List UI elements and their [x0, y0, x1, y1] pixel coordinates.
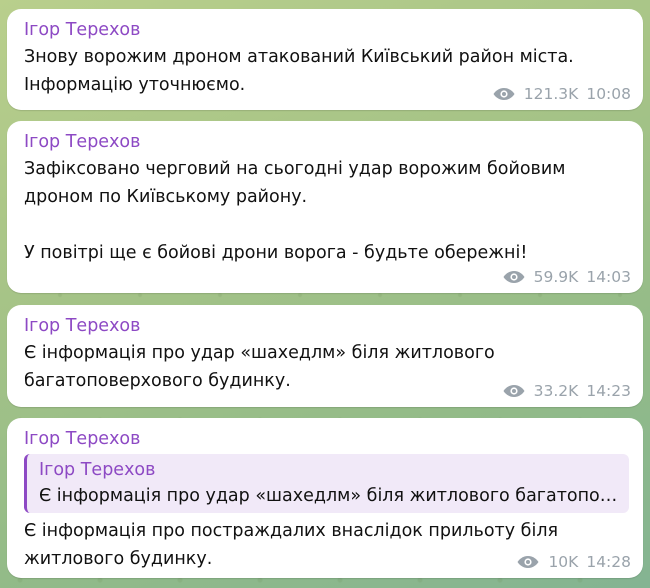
eye-icon [503, 271, 525, 283]
eye-icon [517, 556, 539, 568]
message-time: 14:28 [586, 553, 631, 571]
reply-author: Ігор Терехов [39, 460, 156, 480]
message-meta: 33.2K 14:23 [502, 381, 631, 401]
message-time: 10:08 [586, 85, 631, 103]
message-time: 14:03 [586, 268, 631, 286]
views-count: 10K [548, 553, 579, 571]
eye-icon [503, 385, 525, 397]
eye-icon [493, 88, 515, 100]
message-bubble[interactable]: Ігор Терехов Зафіксовано черговий на сьо… [7, 121, 643, 293]
message-meta: 59.9K 14:03 [502, 267, 631, 287]
message-meta: 121.3K 10:08 [492, 84, 631, 104]
message-author[interactable]: Ігор Терехов [24, 426, 629, 452]
message-author[interactable]: Ігор Терехов [24, 17, 629, 43]
message-text: Зафіксовано черговий на сьогодні удар во… [24, 159, 566, 263]
reply-quote[interactable]: Ігор Терехов Є інформація про удар «шахе… [24, 454, 629, 513]
message-author[interactable]: Ігор Терехов [24, 129, 629, 155]
reply-text: Є інформація про удар «шахедлм» біля жит… [39, 486, 619, 506]
message-meta: 10K 14:28 [516, 552, 631, 572]
views-count: 121.3K [523, 85, 579, 103]
message-bubble[interactable]: Ігор Терехов Є інформація про удар «шахе… [7, 305, 643, 407]
views-count: 33.2K [533, 382, 579, 400]
message-author[interactable]: Ігор Терехов [24, 313, 629, 339]
message-time: 14:23 [586, 382, 631, 400]
views-count: 59.9K [533, 268, 579, 286]
message-bubble[interactable]: Ігор Терехов Знову ворожим дроном атаков… [7, 9, 643, 110]
message-bubble[interactable]: Ігор Терехов Ігор Терехов Є інформація п… [7, 418, 643, 578]
